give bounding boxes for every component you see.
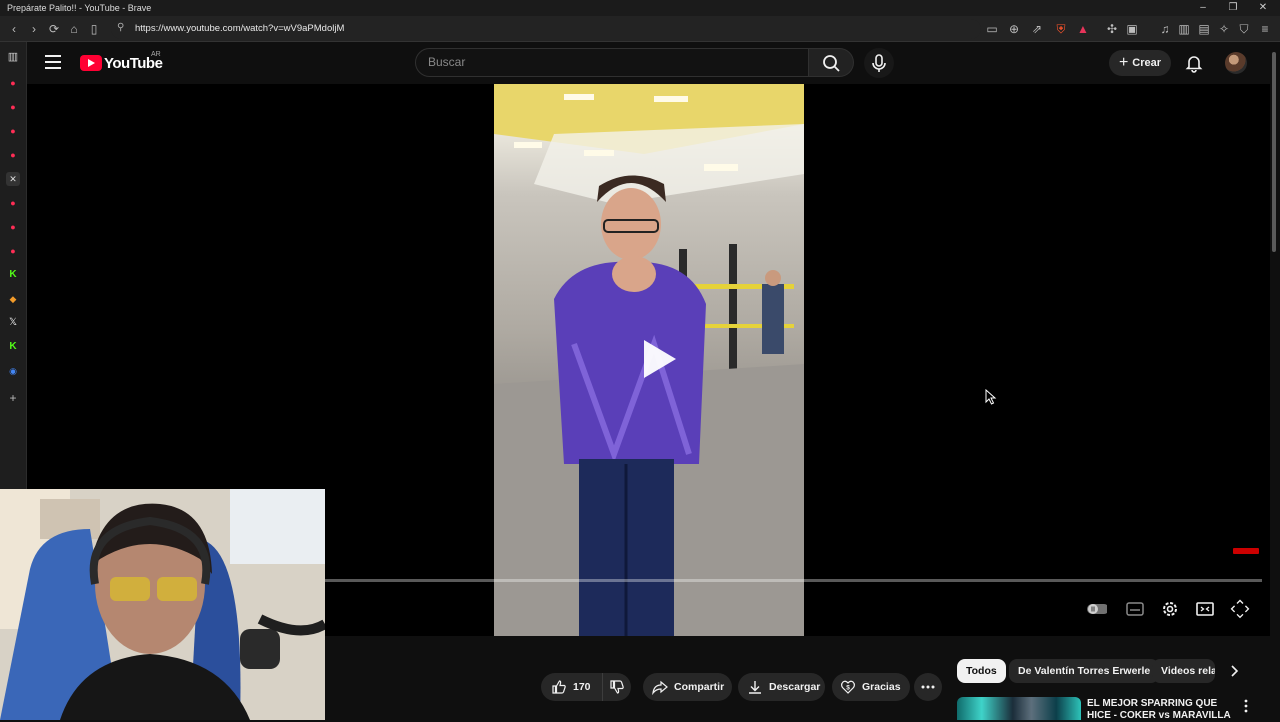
chip-from-channel[interactable]: De Valentín Torres Erwerle bbox=[1009, 659, 1160, 683]
autoplay-toggle-icon[interactable] bbox=[1087, 599, 1107, 619]
live-badge bbox=[1233, 548, 1259, 554]
download-icon bbox=[749, 681, 761, 694]
page-scrollbar[interactable] bbox=[1270, 52, 1278, 720]
youtube-tab-icon[interactable]: ● bbox=[6, 124, 20, 138]
country-code: AR bbox=[151, 51, 161, 58]
zoom-icon[interactable]: ⊕ bbox=[1006, 21, 1022, 37]
kick-icon[interactable]: K bbox=[6, 268, 20, 282]
kick-icon[interactable]: K bbox=[6, 340, 20, 354]
thumbs-down-icon bbox=[610, 680, 624, 694]
forward-icon[interactable]: › bbox=[26, 21, 42, 37]
url-text: https://www.youtube.com/watch?v=wV9aPMdo… bbox=[135, 23, 345, 34]
more-actions-button[interactable] bbox=[914, 673, 942, 701]
fullscreen-icon[interactable] bbox=[1230, 599, 1250, 619]
webcam-overlay bbox=[0, 489, 325, 720]
close-tab-icon[interactable]: ✕ bbox=[6, 172, 20, 186]
share-icon[interactable]: ⇗ bbox=[1029, 21, 1045, 37]
extension-icon[interactable]: ◆ bbox=[6, 292, 20, 306]
super-thanks-icon: $ bbox=[841, 680, 855, 694]
chip-related-videos[interactable]: Videos rela bbox=[1152, 659, 1215, 683]
dislike-button[interactable] bbox=[603, 673, 631, 701]
x-icon[interactable]: 𝕏 bbox=[6, 316, 20, 330]
chrome-icon[interactable]: ◉ bbox=[6, 364, 20, 378]
plus-icon: + bbox=[1118, 54, 1129, 71]
youtube-tab-icon[interactable]: ● bbox=[6, 76, 20, 90]
search-box[interactable] bbox=[415, 48, 809, 77]
thanks-label: Gracias bbox=[862, 681, 901, 693]
browser-toolbar: ‹ › ⟳ ⌂ ▯ ⚲ https://www.youtube.com/watc… bbox=[0, 16, 1280, 42]
search-button[interactable] bbox=[809, 48, 854, 77]
screenshot-icon[interactable]: ▣ bbox=[1124, 21, 1140, 37]
like-button[interactable]: 170 bbox=[541, 673, 603, 701]
progress-bar[interactable] bbox=[325, 579, 1262, 582]
notifications-button[interactable] bbox=[1183, 52, 1205, 74]
reload-icon[interactable]: ⟳ bbox=[46, 21, 62, 37]
brave-rewards-icon[interactable]: ▲ bbox=[1075, 21, 1091, 37]
brave-shields-icon[interactable]: ⛨ bbox=[1053, 21, 1069, 37]
site-info-icon[interactable]: ⚲ bbox=[117, 22, 124, 33]
close-icon[interactable]: ✕ bbox=[1256, 1, 1270, 15]
share-label: Compartir bbox=[674, 681, 725, 693]
search-input[interactable] bbox=[428, 55, 788, 69]
youtube-play-icon bbox=[80, 55, 102, 71]
chip-all[interactable]: Todos bbox=[957, 659, 1006, 683]
youtube-tab-icon[interactable]: ● bbox=[6, 220, 20, 234]
youtube-logo[interactable]: YouTube AR bbox=[80, 51, 163, 72]
window-title-bar: Prepárate Palito!! - YouTube - Brave – ❐… bbox=[0, 0, 1280, 16]
sidebar-icon[interactable]: ▥ bbox=[1176, 21, 1192, 37]
extensions-icon[interactable]: ✣ bbox=[1104, 21, 1120, 37]
media-icon[interactable]: ♫ bbox=[1157, 21, 1173, 37]
streamer-webcam bbox=[0, 489, 325, 720]
vpn-icon[interactable]: ⛉ bbox=[1236, 21, 1252, 37]
scrollbar-thumb[interactable] bbox=[1272, 52, 1276, 252]
window-title: Prepárate Palito!! - YouTube - Brave bbox=[7, 3, 152, 13]
thanks-button[interactable]: $ Gracias bbox=[832, 673, 910, 701]
home-icon[interactable]: ⌂ bbox=[66, 21, 82, 37]
sidebar-toggle-icon[interactable]: ▥ bbox=[6, 50, 20, 64]
avatar[interactable] bbox=[1225, 52, 1247, 74]
subtitles-icon[interactable] bbox=[1125, 599, 1145, 619]
youtube-tab-icon[interactable]: ● bbox=[6, 148, 20, 162]
like-dislike-group: 170 bbox=[541, 673, 631, 701]
search-icon bbox=[823, 55, 840, 72]
menu-icon[interactable]: ≡ bbox=[1257, 21, 1273, 37]
menu-icon[interactable] bbox=[45, 55, 61, 69]
recommendation-thumbnail[interactable] bbox=[957, 697, 1081, 720]
download-button[interactable]: Descargar bbox=[738, 673, 825, 701]
create-label: Crear bbox=[1132, 57, 1162, 69]
share-button[interactable]: Compartir bbox=[643, 673, 732, 701]
microphone-icon bbox=[872, 54, 886, 72]
recommendation-title[interactable]: EL MEJOR SPARRING QUE HICE - COKER vs MA… bbox=[1087, 698, 1237, 722]
svg-text:$: $ bbox=[846, 685, 850, 692]
youtube-tab-icon[interactable]: ● bbox=[6, 196, 20, 210]
minimize-icon[interactable]: – bbox=[1196, 1, 1210, 15]
youtube-tab-icon[interactable]: ● bbox=[6, 244, 20, 258]
wallet-icon[interactable]: ▤ bbox=[1196, 21, 1212, 37]
create-button[interactable]: + Crear bbox=[1109, 50, 1171, 76]
share-icon bbox=[652, 680, 668, 695]
bookmark-icon[interactable]: ▯ bbox=[86, 21, 102, 37]
chevron-right-icon[interactable] bbox=[1226, 663, 1242, 679]
more-vertical-icon[interactable] bbox=[1240, 698, 1252, 714]
cast-icon[interactable]: ▭ bbox=[984, 21, 1000, 37]
youtube-header: YouTube AR + Crear bbox=[27, 42, 1280, 84]
play-icon[interactable] bbox=[632, 334, 682, 384]
restore-icon[interactable]: ❐ bbox=[1226, 1, 1240, 15]
mouse-cursor-icon bbox=[985, 389, 997, 405]
add-icon[interactable]: + bbox=[6, 391, 20, 405]
thumbs-up-icon bbox=[552, 680, 566, 694]
settings-gear-icon[interactable] bbox=[1160, 599, 1180, 619]
theater-mode-icon[interactable] bbox=[1195, 599, 1215, 619]
more-horizontal-icon bbox=[921, 685, 935, 689]
voice-search-button[interactable] bbox=[864, 48, 894, 78]
youtube-tab-icon[interactable]: ● bbox=[6, 100, 20, 114]
address-bar[interactable]: ⚲ https://www.youtube.com/watch?v=wV9aPM… bbox=[111, 19, 981, 39]
like-count: 170 bbox=[573, 681, 591, 693]
bell-icon bbox=[1185, 56, 1203, 73]
download-label: Descargar bbox=[769, 681, 821, 693]
back-icon[interactable]: ‹ bbox=[6, 21, 22, 37]
leo-icon[interactable]: ✧ bbox=[1216, 21, 1232, 37]
